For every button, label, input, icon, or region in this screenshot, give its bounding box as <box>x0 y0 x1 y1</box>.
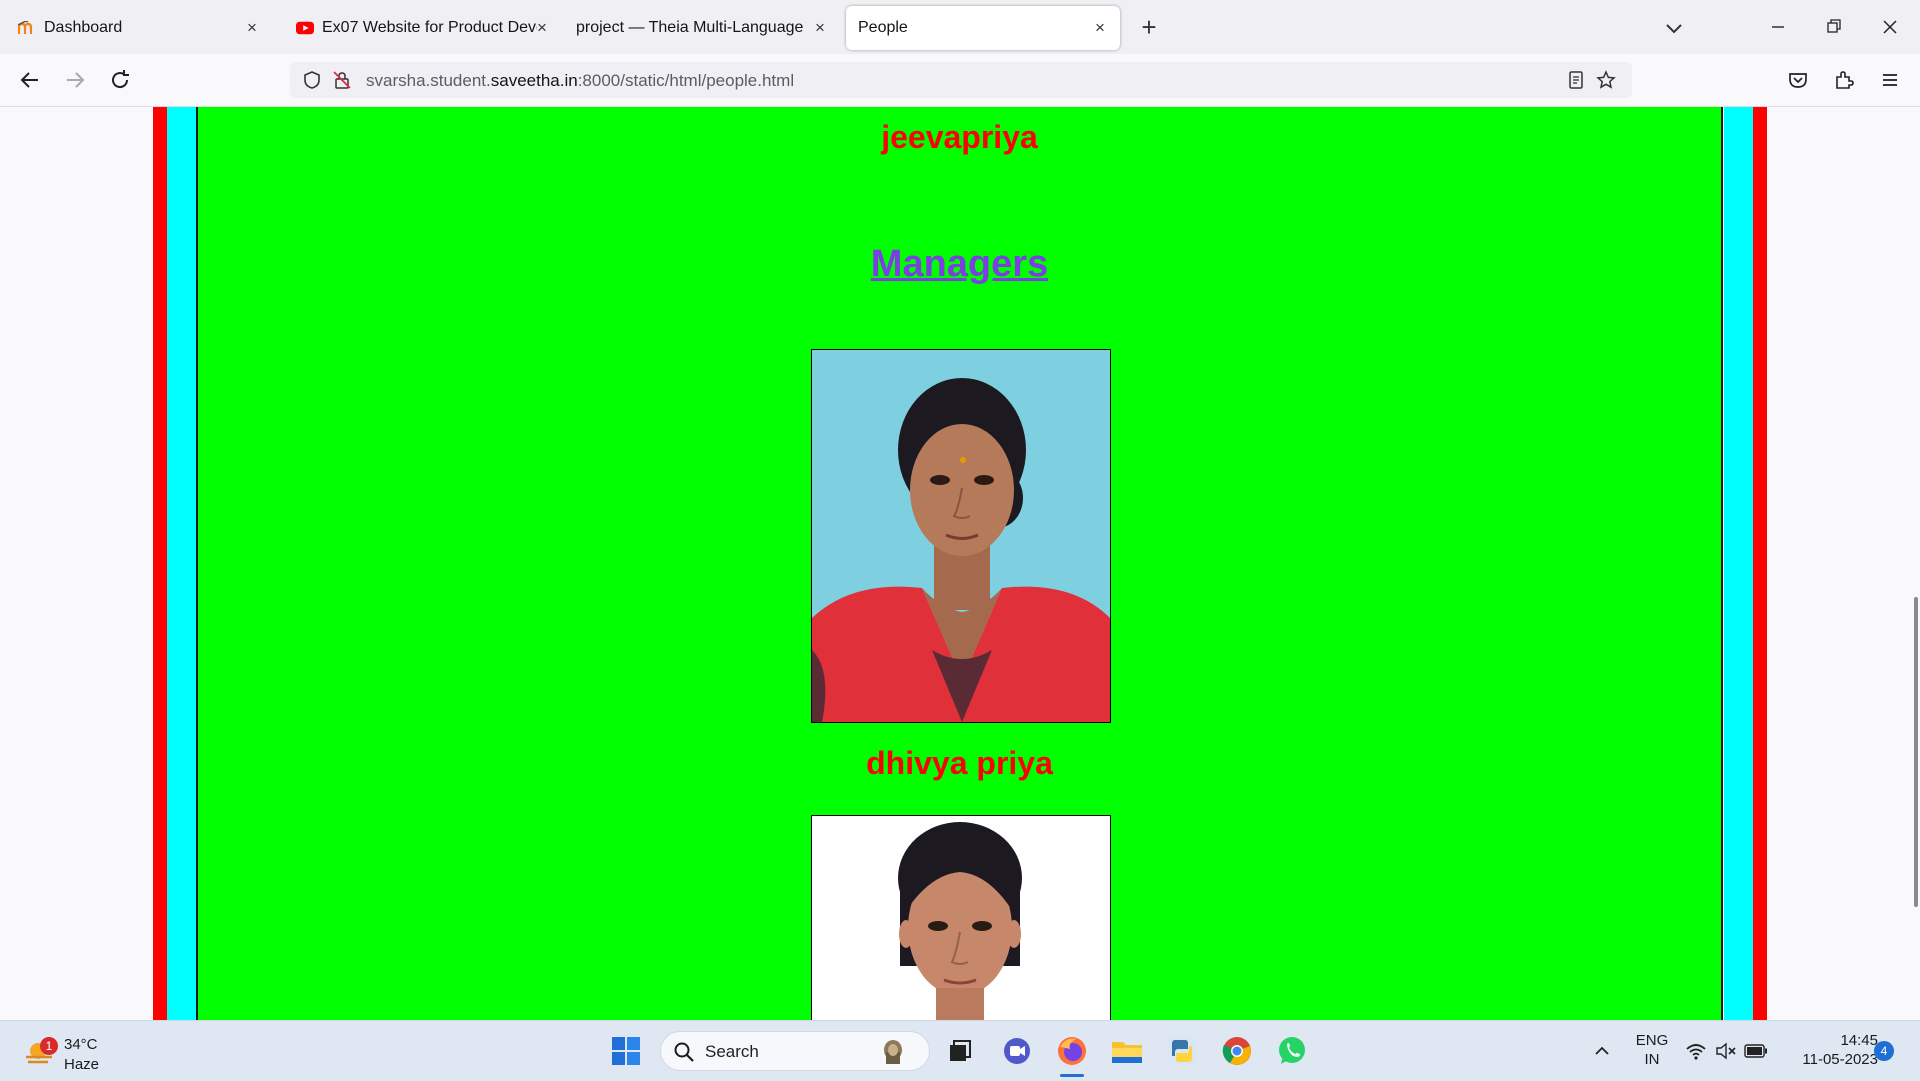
search-label: Search <box>705 1042 759 1061</box>
moodle-icon <box>18 19 36 37</box>
pocket-icon[interactable] <box>1782 64 1814 96</box>
taskbar-search-box[interactable]: Search <box>660 1031 930 1071</box>
weather-widget[interactable]: 1 34°C Haze <box>22 1031 142 1075</box>
bookmark-star-icon[interactable] <box>1596 70 1616 90</box>
battery-icon[interactable] <box>1736 1031 1776 1071</box>
close-tab-icon[interactable]: × <box>242 18 262 38</box>
windows-start-icon[interactable] <box>606 1031 646 1071</box>
restore-icon[interactable] <box>1816 12 1852 42</box>
tab-title: Ex07 Website for Product Devel <box>322 19 537 36</box>
address-bar[interactable]: svarsha.student.saveetha.in:8000/static/… <box>290 62 1632 98</box>
page-scrollbar[interactable] <box>1914 597 1918 907</box>
chrome-icon[interactable] <box>1217 1031 1257 1071</box>
task-view-icon[interactable] <box>940 1031 980 1071</box>
tab-title: Dashboard <box>44 19 123 36</box>
search-highlight-icon <box>879 1038 907 1071</box>
insecure-lock-icon[interactable] <box>332 70 352 90</box>
managers-link[interactable]: Managers <box>871 243 1048 285</box>
teams-meet-icon[interactable] <box>997 1031 1037 1071</box>
firefox-icon[interactable] <box>1052 1031 1092 1077</box>
clock-date: 11-05-2023 <box>1802 1051 1878 1068</box>
forward-arrow-icon[interactable] <box>59 64 91 96</box>
close-tab-icon[interactable]: × <box>532 18 552 38</box>
tab-youtube[interactable]: Ex07 Website for Product Devel × <box>284 6 560 50</box>
tab-strip: Dashboard × Ex07 Website for Product Dev… <box>0 0 1920 54</box>
navigation-toolbar: svarsha.student.saveetha.in:8000/static/… <box>0 54 1920 107</box>
minimize-icon[interactable] <box>1760 12 1796 42</box>
hamburger-menu-icon[interactable] <box>1874 64 1906 96</box>
language-indicator[interactable]: ENG IN <box>1630 1031 1674 1069</box>
python-icon[interactable] <box>1162 1031 1202 1071</box>
url-text[interactable]: svarsha.student.saveetha.in:8000/static/… <box>366 71 794 91</box>
tab-people[interactable]: People × <box>846 6 1120 50</box>
new-tab-button[interactable]: + <box>1134 12 1164 42</box>
tab-theia[interactable]: project — Theia Multi-Language Ex × <box>564 6 834 50</box>
people-panel: jeevapriya Managers dhivya priya <box>196 107 1723 1020</box>
extensions-puzzle-icon[interactable] <box>1828 64 1860 96</box>
weather-alert-badge: 1 <box>40 1037 58 1055</box>
clock[interactable]: 14:45 11-05-2023 <box>1782 1031 1878 1069</box>
close-tab-icon[interactable]: × <box>810 18 830 38</box>
active-app-indicator <box>1060 1074 1084 1077</box>
shield-icon[interactable] <box>302 70 322 90</box>
page-viewport: jeevapriya Managers dhivya priya <box>0 107 1920 1020</box>
reload-icon[interactable] <box>104 64 136 96</box>
back-arrow-icon[interactable] <box>14 64 46 96</box>
left-red-border <box>153 107 167 1020</box>
manager-photo <box>811 349 1111 723</box>
person-name-jeevapriya: jeevapriya <box>881 119 1038 155</box>
person-name-dhivya-priya: dhivya priya <box>866 745 1053 781</box>
search-icon <box>673 1041 695 1068</box>
notification-count-badge[interactable]: 4 <box>1874 1041 1894 1061</box>
close-tab-icon[interactable]: × <box>1090 18 1110 38</box>
tab-title: project — Theia Multi-Language Ex <box>576 19 808 36</box>
list-all-tabs-chevron-down-icon[interactable] <box>1660 14 1688 42</box>
windows-taskbar: 1 34°C Haze Search ENG IN 14:45 11-05-20… <box>0 1020 1920 1081</box>
show-hidden-icons-chevron-up-icon[interactable] <box>1582 1031 1622 1071</box>
tab-dashboard[interactable]: Dashboard × <box>6 6 272 50</box>
managers-heading: Managers <box>198 243 1721 286</box>
file-explorer-icon[interactable] <box>1107 1031 1147 1071</box>
youtube-icon <box>296 19 314 37</box>
whatsapp-icon[interactable] <box>1272 1031 1312 1071</box>
left-cyan-border <box>167 107 196 1020</box>
right-red-border <box>1753 107 1767 1020</box>
weather-temperature: 34°C <box>64 1036 98 1053</box>
reader-view-icon[interactable] <box>1566 70 1586 90</box>
right-cyan-border <box>1724 107 1753 1020</box>
weather-condition: Haze <box>64 1056 100 1073</box>
window-close-icon[interactable] <box>1872 12 1908 42</box>
manager-photo <box>811 815 1111 1020</box>
clock-time: 14:45 <box>1840 1032 1878 1049</box>
tab-title: People <box>858 19 908 36</box>
